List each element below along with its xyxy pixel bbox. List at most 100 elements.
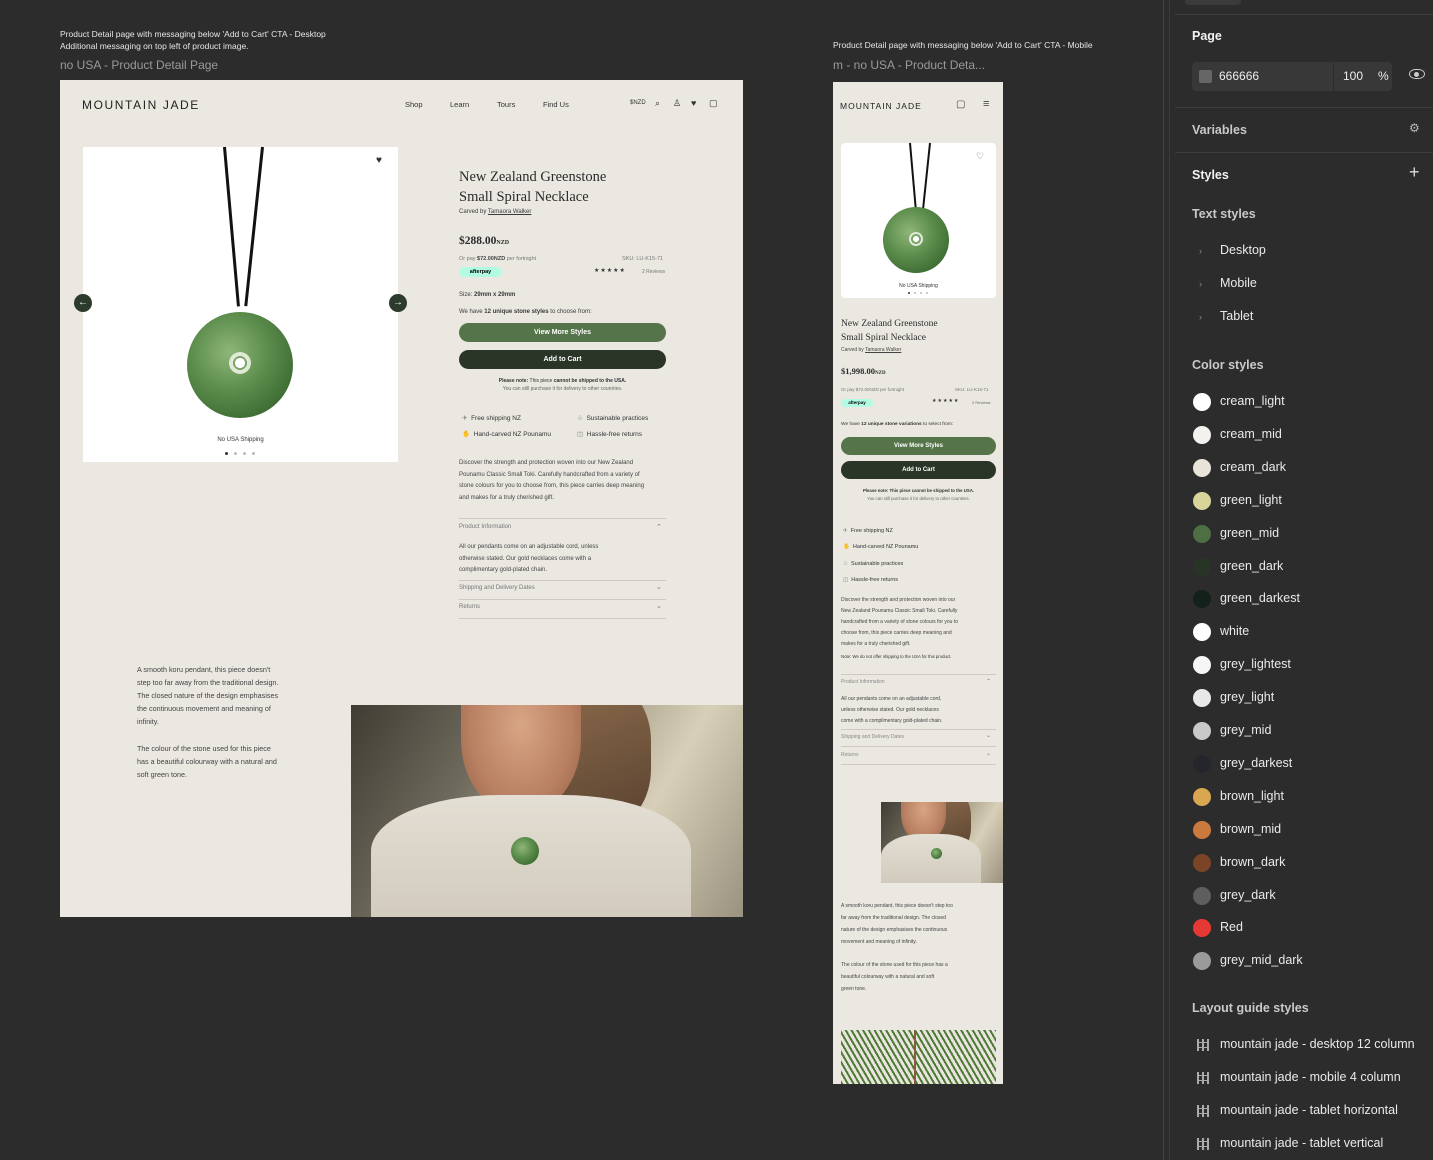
currency-selector[interactable]: $NZD xyxy=(630,100,646,106)
carousel-dot-3[interactable] xyxy=(920,292,922,294)
color-swatch[interactable] xyxy=(1193,525,1211,543)
color-style-grey-lightest[interactable]: grey_lightest xyxy=(1220,657,1291,671)
carver-link[interactable]: Tamaora Walker xyxy=(488,209,531,215)
view-more-styles-button[interactable]: View More Styles xyxy=(459,323,666,342)
panel-tab-stub[interactable] xyxy=(1185,0,1241,5)
color-style-green-darkest[interactable]: green_darkest xyxy=(1220,591,1300,605)
carousel-next-button[interactable]: → xyxy=(389,294,407,312)
wishlist-heart-icon[interactable]: ♡ xyxy=(976,151,984,162)
layout-guide-tablet-vertical[interactable]: mountain jade - tablet vertical xyxy=(1220,1136,1383,1150)
chevron-down-icon[interactable]: ⌄ xyxy=(656,583,662,591)
carousel-prev-button[interactable]: ← xyxy=(74,294,92,312)
page-fill-row[interactable]: 666666 100 % xyxy=(1192,62,1392,91)
color-swatch[interactable] xyxy=(1193,459,1211,477)
text-style-desktop[interactable]: Desktop xyxy=(1220,243,1266,257)
color-style-grey-darkest[interactable]: grey_darkest xyxy=(1220,756,1292,770)
nav-learn[interactable]: Learn xyxy=(450,100,469,109)
chevron-right-icon[interactable]: › xyxy=(1199,279,1202,289)
mobile-cart-icon[interactable]: ▢ xyxy=(956,99,965,110)
color-swatch[interactable] xyxy=(1193,722,1211,740)
product-image-card[interactable]: ♥ No USA Shipping xyxy=(83,146,398,462)
desktop-frame[interactable]: MOUNTAIN JADE Shop Learn Tours Find Us $… xyxy=(60,80,743,917)
mobile-frame-name[interactable]: m - no USA - Product Deta... xyxy=(833,58,985,72)
chevron-down-icon[interactable]: ⌄ xyxy=(656,602,662,610)
search-icon[interactable]: ⌕ xyxy=(655,98,660,109)
variables-label[interactable]: Variables xyxy=(1192,123,1247,137)
add-to-cart-button[interactable]: Add to Cart xyxy=(459,350,666,369)
nav-find-us[interactable]: Find Us xyxy=(543,100,569,109)
mobile-accordion-shipping[interactable]: Shipping and Delivery Dates xyxy=(841,734,904,740)
accordion-shipping[interactable]: Shipping and Delivery Dates xyxy=(459,585,535,591)
color-style-brown-light[interactable]: brown_light xyxy=(1220,789,1284,803)
carver-link[interactable]: Tamaora Walker xyxy=(865,347,901,353)
color-style-cream-light[interactable]: cream_light xyxy=(1220,394,1285,408)
color-swatch[interactable] xyxy=(1193,623,1211,641)
chevron-right-icon[interactable]: › xyxy=(1199,246,1202,256)
color-style-cream-dark[interactable]: cream_dark xyxy=(1220,460,1286,474)
color-style-green-dark[interactable]: green_dark xyxy=(1220,559,1283,573)
mobile-view-more-styles-button[interactable]: View More Styles xyxy=(841,437,996,455)
mobile-accordion-returns[interactable]: Returns xyxy=(841,752,859,758)
color-swatch[interactable] xyxy=(1193,393,1211,411)
color-style-grey-mid[interactable]: grey_mid xyxy=(1220,723,1271,737)
color-swatch[interactable] xyxy=(1193,755,1211,773)
cart-icon[interactable]: ▢ xyxy=(709,98,718,109)
eye-icon[interactable] xyxy=(1409,69,1425,79)
carousel-dot-2[interactable] xyxy=(914,292,916,294)
hamburger-menu-icon[interactable]: ≡ xyxy=(983,98,989,110)
layout-guide-desktop[interactable]: mountain jade - desktop 12 column xyxy=(1220,1037,1415,1051)
mobile-logo[interactable]: MOUNTAIN JADE xyxy=(840,101,922,111)
mobile-product-image-card[interactable]: ♡ No USA Shipping xyxy=(841,142,996,298)
color-swatch[interactable] xyxy=(1193,656,1211,674)
mobile-add-to-cart-button[interactable]: Add to Cart xyxy=(841,461,996,479)
chevron-up-icon[interactable]: ⌃ xyxy=(986,678,991,685)
color-style-green-mid[interactable]: green_mid xyxy=(1220,526,1279,540)
color-swatch[interactable] xyxy=(1193,689,1211,707)
carousel-dot-1[interactable] xyxy=(225,452,228,455)
chevron-down-icon[interactable]: ⌄ xyxy=(986,732,991,739)
carousel-dot-2[interactable] xyxy=(234,452,237,455)
color-swatch[interactable] xyxy=(1193,952,1211,970)
site-logo[interactable]: MOUNTAIN JADE xyxy=(82,98,200,112)
color-style-grey-dark[interactable]: grey_dark xyxy=(1220,888,1276,902)
carousel-dot-4[interactable] xyxy=(926,292,928,294)
rating-stars[interactable]: ★★★★★ xyxy=(594,267,626,274)
reviews-link[interactable]: 2 Reviews xyxy=(642,269,665,275)
add-style-icon[interactable]: + xyxy=(1409,162,1420,183)
layout-guide-mobile[interactable]: mountain jade - mobile 4 column xyxy=(1220,1070,1401,1084)
color-swatch[interactable] xyxy=(1193,590,1211,608)
wishlist-heart-icon[interactable]: ♥ xyxy=(376,155,382,166)
page-fill-hex[interactable]: 666666 xyxy=(1219,69,1259,83)
carousel-dot-4[interactable] xyxy=(252,452,255,455)
wishlist-icon[interactable]: ♥ xyxy=(691,98,696,108)
color-style-brown-mid[interactable]: brown_mid xyxy=(1220,822,1281,836)
color-style-white[interactable]: white xyxy=(1220,624,1249,638)
chevron-right-icon[interactable]: › xyxy=(1199,312,1202,322)
text-style-tablet[interactable]: Tablet xyxy=(1220,309,1253,323)
carousel-dot-3[interactable] xyxy=(243,452,246,455)
color-swatch[interactable] xyxy=(1193,919,1211,937)
color-style-green-light[interactable]: green_light xyxy=(1220,493,1282,507)
color-swatch[interactable] xyxy=(1193,426,1211,444)
chevron-up-icon[interactable]: ⌃ xyxy=(656,523,662,531)
color-style-cream-mid[interactable]: cream_mid xyxy=(1220,427,1282,441)
color-swatch[interactable] xyxy=(1193,492,1211,510)
color-style-brown-dark[interactable]: brown_dark xyxy=(1220,855,1285,869)
account-icon[interactable]: ♙ xyxy=(673,98,681,109)
mobile-rating-stars[interactable]: ★★★★★ xyxy=(932,398,959,404)
color-swatch[interactable] xyxy=(1193,854,1211,872)
mobile-accordion-product-info[interactable]: Product Information xyxy=(841,679,885,685)
page-opacity-value[interactable]: 100 xyxy=(1343,69,1363,83)
color-swatch[interactable] xyxy=(1193,558,1211,576)
chevron-down-icon[interactable]: ⌄ xyxy=(986,750,991,757)
accordion-product-info[interactable]: Product Information xyxy=(459,524,511,530)
layout-guide-tablet-horizontal[interactable]: mountain jade - tablet horizontal xyxy=(1220,1103,1398,1117)
mobile-reviews-link[interactable]: 2 Reviews xyxy=(972,400,990,405)
text-style-mobile[interactable]: Mobile xyxy=(1220,276,1257,290)
mobile-afterpay-badge[interactable]: afterpay xyxy=(841,399,873,407)
afterpay-badge[interactable]: afterpay xyxy=(459,267,502,277)
color-swatch[interactable] xyxy=(1193,887,1211,905)
color-style-grey-light[interactable]: grey_light xyxy=(1220,690,1274,704)
desktop-frame-name[interactable]: no USA - Product Detail Page xyxy=(60,58,218,72)
color-style-grey-mid-dark[interactable]: grey_mid_dark xyxy=(1220,953,1303,967)
